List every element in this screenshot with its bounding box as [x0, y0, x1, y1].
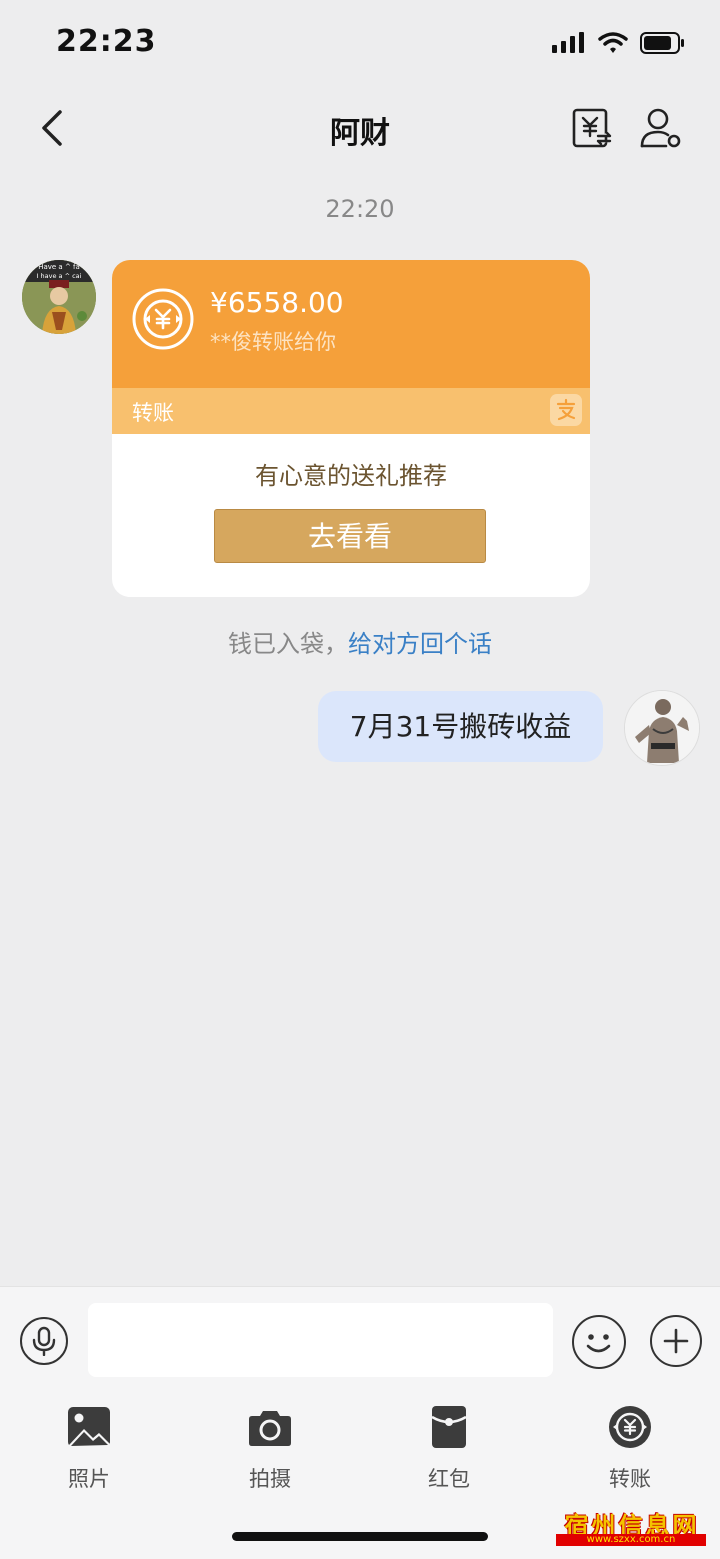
transfer-icon: [609, 1406, 651, 1448]
transfer-card-header: ¥6558.00 **俊转账给你: [112, 260, 590, 388]
tool-photo-label: 照片: [68, 1467, 110, 1491]
avatar-caption-1: Have a ^ fa: [38, 263, 80, 271]
plus-icon: [663, 1328, 689, 1354]
wifi-icon: [598, 32, 628, 53]
emoji-button[interactable]: [572, 1315, 626, 1369]
voice-button[interactable]: [20, 1317, 68, 1365]
view-gifts-button[interactable]: 去看看: [214, 509, 486, 563]
camera-icon: [249, 1411, 291, 1446]
transfer-type-label: 转账: [132, 401, 174, 425]
nav-bar: 阿财: [0, 90, 720, 170]
more-button[interactable]: [650, 1315, 702, 1367]
transfer-coin-icon: [132, 288, 194, 350]
photo-icon: [68, 1407, 110, 1447]
status-icons: [552, 32, 686, 54]
home-indicator: [232, 1532, 488, 1541]
transfer-icon[interactable]: [568, 104, 616, 152]
alipay-icon: [550, 394, 582, 426]
tool-camera[interactable]: 拍摄: [215, 1405, 325, 1493]
watermark-logo: 宿州信息网 www.szxx.com.cn: [548, 1506, 716, 1546]
tool-transfer[interactable]: 转账: [575, 1405, 685, 1493]
tool-camera-label: 拍摄: [249, 1467, 291, 1491]
my-avatar[interactable]: [624, 690, 700, 766]
tool-transfer-label: 转账: [609, 1467, 651, 1491]
transfer-type-strip: 转账: [112, 388, 590, 434]
avatar-caption-2: I have a ^ cai: [37, 272, 82, 280]
signal-icon: [552, 32, 584, 53]
tool-red-packet-label: 红包: [428, 1467, 470, 1491]
tool-red-packet[interactable]: 红包: [394, 1405, 504, 1493]
chat-timestamp: 22:20: [325, 195, 395, 223]
microphone-icon: [32, 1326, 56, 1356]
system-note-text: 钱已入袋，: [228, 630, 348, 658]
message-bubble[interactable]: 7月31号搬砖收益: [318, 691, 603, 762]
red-packet-icon: [431, 1406, 467, 1448]
battery-icon: [640, 32, 684, 54]
message-input[interactable]: [88, 1303, 553, 1377]
reply-link[interactable]: 给对方回个话: [348, 630, 492, 658]
status-bar: 22:23: [0, 0, 720, 90]
transfer-card[interactable]: ¥6558.00 **俊转账给你 转账 有心意的送礼推荐 去看看: [112, 260, 590, 597]
contact-avatar[interactable]: Have a ^ fa I have a ^ cai: [22, 260, 96, 334]
emoji-icon: [586, 1334, 611, 1353]
status-time: 22:23: [56, 24, 157, 59]
gift-recommendation: 有心意的送礼推荐: [255, 462, 447, 490]
system-note: 钱已入袋，给对方回个话: [0, 624, 720, 659]
transfer-sender: **俊转账给你: [210, 330, 336, 354]
watermark-url: www.szxx.com.cn: [556, 1534, 706, 1546]
transfer-amount: ¥6558.00: [210, 286, 344, 319]
profile-icon[interactable]: [636, 104, 684, 152]
tool-photo[interactable]: 照片: [34, 1405, 144, 1493]
